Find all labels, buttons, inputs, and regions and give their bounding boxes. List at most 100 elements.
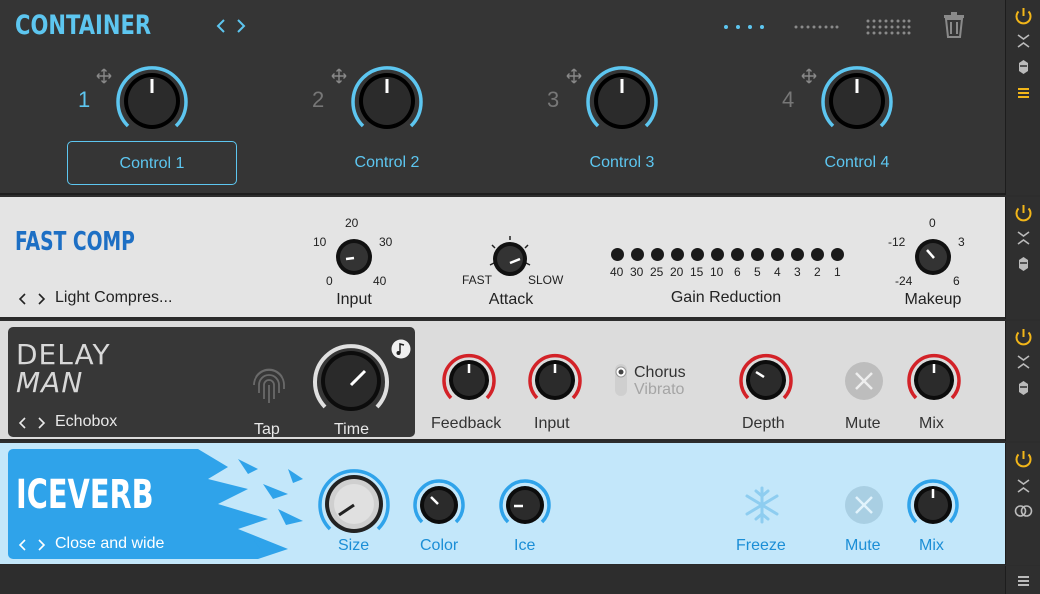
preset-nav-arrows[interactable] — [18, 416, 48, 430]
depth-knob[interactable] — [739, 353, 793, 407]
footer-bar — [0, 566, 1005, 594]
color-label: Color — [420, 537, 459, 554]
mix-label: Mix — [919, 537, 944, 554]
mode-option-chorus[interactable]: Chorus — [634, 364, 686, 382]
preset-name[interactable]: Close and wide — [55, 535, 164, 553]
delay-man-header-box: DELAY MAN Echobox Tap Time — [8, 327, 415, 438]
layout-4-icon[interactable] — [722, 22, 768, 32]
layout-16-icon[interactable] — [865, 18, 911, 36]
collapse-icon[interactable] — [1006, 478, 1040, 494]
color-knob[interactable] — [413, 479, 465, 531]
attack-knob[interactable] — [488, 235, 532, 279]
gr-led — [791, 248, 804, 261]
input-tick-20: 20 — [345, 216, 359, 230]
input-tick-30: 30 — [379, 235, 393, 249]
makeup-label: Makeup — [904, 291, 962, 308]
mix-label: Mix — [919, 415, 944, 432]
makeup-tick-3: 3 — [958, 235, 965, 249]
delay-man-panel: DELAY MAN Echobox Tap Time Feedback Inpu… — [0, 321, 1005, 441]
makeup-tick-m24: -24 — [895, 274, 913, 288]
freeze-label: Freeze — [736, 537, 786, 554]
makeup-tick-6: 6 — [953, 274, 960, 288]
time-knob[interactable] — [311, 341, 391, 421]
menu-lines-icon[interactable] — [1006, 574, 1040, 588]
mix-knob[interactable] — [907, 353, 961, 407]
mode-option-vibrato[interactable]: Vibrato — [634, 381, 684, 399]
ice-knob[interactable] — [499, 479, 551, 531]
device-options-icon[interactable] — [1006, 379, 1040, 397]
collapse-icon[interactable] — [1006, 354, 1040, 370]
iceverb-title: ICEVERB — [16, 472, 154, 518]
chorus-vibrato-switch[interactable] — [613, 363, 629, 397]
ice-label: Ice — [514, 537, 536, 554]
menu-lines-icon[interactable] — [1006, 86, 1040, 100]
device-options-icon[interactable] — [1006, 58, 1040, 76]
makeup-knob[interactable] — [913, 237, 953, 277]
gr-scale-label: 4 — [774, 265, 781, 279]
power-icon[interactable] — [1006, 327, 1040, 347]
delay-man-title: DELAY MAN — [16, 341, 111, 397]
container-title: CONTAINER — [15, 10, 152, 41]
macro-knob-3[interactable] — [585, 64, 659, 138]
preset-name[interactable]: Light Compres... — [55, 289, 172, 307]
device-options-icon[interactable] — [1006, 255, 1040, 273]
move-icon[interactable] — [801, 68, 817, 84]
ice-splash-graphic — [198, 449, 308, 559]
gr-led — [731, 248, 744, 261]
input-knob[interactable] — [334, 237, 374, 277]
gr-scale-label: 20 — [670, 265, 684, 279]
size-knob[interactable] — [317, 467, 391, 541]
slot-number-2: 2 — [312, 87, 325, 112]
preset-name[interactable]: Echobox — [55, 413, 117, 431]
attack-label: Attack — [488, 291, 534, 308]
mute-x-icon[interactable] — [844, 361, 884, 401]
control-3-label-button[interactable]: Control 3 — [537, 141, 707, 185]
layout-8-icon[interactable] — [793, 23, 839, 31]
macro-knob-2[interactable] — [350, 64, 424, 138]
trash-icon[interactable] — [943, 12, 965, 38]
stereo-link-icon[interactable] — [1006, 503, 1040, 519]
power-icon[interactable] — [1006, 449, 1040, 469]
control-4-label-button[interactable]: Control 4 — [772, 141, 942, 185]
slot-number-4: 4 — [782, 87, 795, 112]
size-label: Size — [338, 537, 370, 554]
makeup-tick-0: 0 — [929, 216, 936, 230]
power-icon[interactable] — [1006, 203, 1040, 223]
fingerprint-tap-icon[interactable] — [248, 363, 290, 405]
collapse-icon[interactable] — [1006, 230, 1040, 246]
move-icon[interactable] — [566, 68, 582, 84]
input-tick-0: 0 — [326, 274, 333, 288]
macro-knob-4[interactable] — [820, 64, 894, 138]
input-tick-40: 40 — [373, 274, 387, 288]
move-icon[interactable] — [96, 68, 112, 84]
preset-nav-arrows[interactable] — [18, 292, 48, 306]
delay-man-title-line2: MAN — [16, 366, 84, 399]
macro-knob-1[interactable] — [115, 64, 189, 138]
note-sync-icon[interactable] — [391, 339, 411, 359]
delay-input-knob[interactable] — [528, 353, 582, 407]
control-1-label-button[interactable]: Control 1 — [67, 141, 237, 185]
plugin-rack: CONTAINER 1 2 3 4 Control 1 Control 2 Co… — [0, 0, 1040, 594]
tap-label: Tap — [254, 421, 280, 438]
move-icon[interactable] — [331, 68, 347, 84]
gr-led — [811, 248, 824, 261]
preset-nav-arrows[interactable] — [215, 14, 247, 38]
feedback-knob[interactable] — [442, 353, 496, 407]
gr-scale-label: 40 — [610, 265, 624, 279]
collapse-icon[interactable] — [1006, 33, 1040, 49]
gr-scale-label: 30 — [630, 265, 644, 279]
power-icon[interactable] — [1006, 6, 1040, 26]
mix-knob[interactable] — [907, 479, 959, 531]
gr-led — [631, 248, 644, 261]
input-label: Input — [336, 291, 372, 308]
control-2-label-button[interactable]: Control 2 — [302, 141, 472, 185]
preset-nav-arrows[interactable] — [18, 538, 48, 552]
snowflake-freeze-icon[interactable] — [742, 485, 782, 525]
mute-x-icon[interactable] — [844, 485, 884, 525]
fast-comp-panel: FAST COMP Light Compres... 20 10 30 0 40… — [0, 197, 1005, 319]
makeup-tick-m12: -12 — [888, 235, 906, 249]
feedback-label: Feedback — [431, 415, 502, 432]
container-side-rail — [1005, 0, 1040, 195]
delay-man-title-line1: DELAY — [16, 338, 111, 371]
gr-led — [611, 248, 624, 261]
